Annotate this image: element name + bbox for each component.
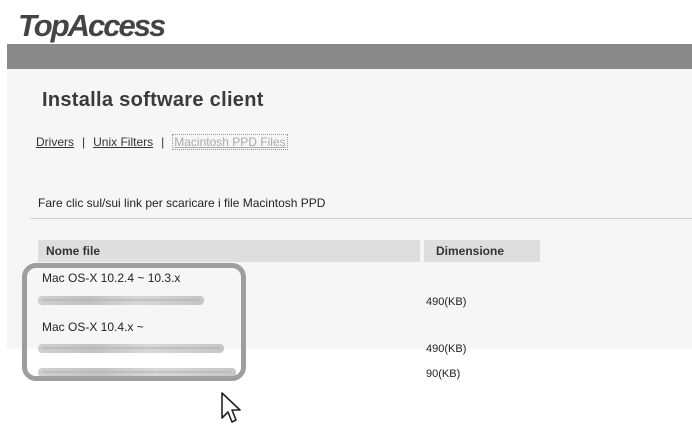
- tab-unix-filters[interactable]: Unix Filters: [93, 135, 153, 149]
- tab-macintosh-ppd-files[interactable]: Macintosh PPD Files: [172, 134, 288, 150]
- divider: [30, 218, 692, 219]
- tab-separator: |: [82, 135, 86, 149]
- column-header-name: Nome file: [38, 240, 420, 262]
- page-title: Installa software client: [42, 89, 264, 111]
- topaccess-logo: TopAccess: [18, 8, 166, 43]
- file-size: 90(KB): [426, 368, 461, 380]
- column-header-size: Dimensione: [424, 240, 540, 262]
- mouse-pointer-icon: [220, 391, 246, 430]
- tab-separator: |: [161, 135, 165, 149]
- header-band: [7, 44, 692, 69]
- instruction-text: Fare clic sul/sui link per scaricare i f…: [38, 196, 326, 210]
- file-size: 490(KB): [426, 296, 467, 308]
- subtab-bar: Drivers | Unix Filters | Macintosh PPD Files: [36, 134, 288, 150]
- tab-drivers[interactable]: Drivers: [36, 135, 74, 149]
- file-size: 490(KB): [426, 343, 467, 355]
- highlight-frame: [22, 263, 246, 381]
